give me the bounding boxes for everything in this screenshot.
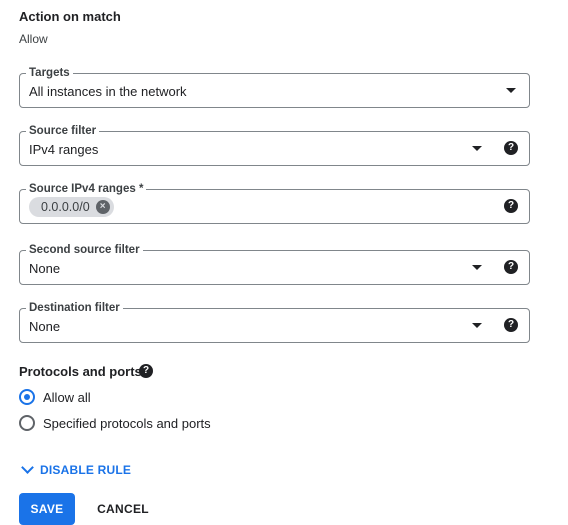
dropdown-caret-icon[interactable] — [506, 88, 516, 93]
destination-filter-select[interactable]: Destination filter None ? — [19, 301, 530, 343]
action-on-match-title: Action on match — [19, 9, 121, 24]
destination-filter-value: None — [29, 319, 61, 334]
targets-label: Targets — [26, 66, 73, 80]
source-ipv4-ranges-label: Source IPv4 ranges * — [26, 182, 147, 196]
source-filter-value: IPv4 ranges — [29, 142, 99, 157]
dropdown-caret-icon[interactable] — [472, 323, 482, 328]
second-source-filter-select[interactable]: Second source filter None ? — [19, 243, 530, 285]
source-filter-label: Source filter — [26, 124, 100, 138]
help-icon[interactable]: ? — [504, 318, 518, 332]
remove-chip-icon[interactable]: × — [95, 200, 110, 214]
dropdown-caret-icon[interactable] — [472, 146, 482, 151]
help-icon[interactable]: ? — [504, 260, 518, 274]
help-icon[interactable]: ? — [139, 364, 153, 378]
disable-rule-label: DISABLE RULE — [40, 463, 132, 477]
action-on-match-value: Allow — [19, 32, 48, 46]
radio-selected-dot — [24, 394, 30, 400]
cancel-button[interactable]: CANCEL — [90, 493, 156, 525]
save-button[interactable]: SAVE — [19, 493, 75, 525]
ip-range-chip: 0.0.0.0/0 × — [29, 197, 114, 217]
dropdown-caret-icon[interactable] — [472, 265, 482, 270]
help-icon[interactable]: ? — [504, 199, 518, 213]
radio-icon[interactable] — [19, 415, 35, 431]
second-source-filter-value: None — [29, 261, 61, 276]
source-filter-select[interactable]: Source filter IPv4 ranges ? — [19, 124, 530, 166]
destination-filter-label: Destination filter — [26, 301, 123, 315]
radio-specified-protocols-label: Specified protocols and ports — [43, 416, 211, 431]
ip-range-chip-label: 0.0.0.0/0 — [41, 200, 90, 214]
targets-value: All instances in the network — [29, 84, 187, 99]
protocols-and-ports-title: Protocols and ports — [19, 364, 142, 379]
help-icon[interactable]: ? — [504, 141, 518, 155]
chevron-down-icon — [21, 461, 34, 474]
radio-allow-all-label: Allow all — [43, 390, 91, 405]
targets-select[interactable]: Targets All instances in the network — [19, 66, 530, 108]
radio-icon[interactable] — [19, 389, 35, 405]
source-ipv4-ranges-field[interactable]: Source IPv4 ranges * 0.0.0.0/0 × ? — [19, 182, 530, 224]
second-source-filter-label: Second source filter — [26, 243, 143, 257]
